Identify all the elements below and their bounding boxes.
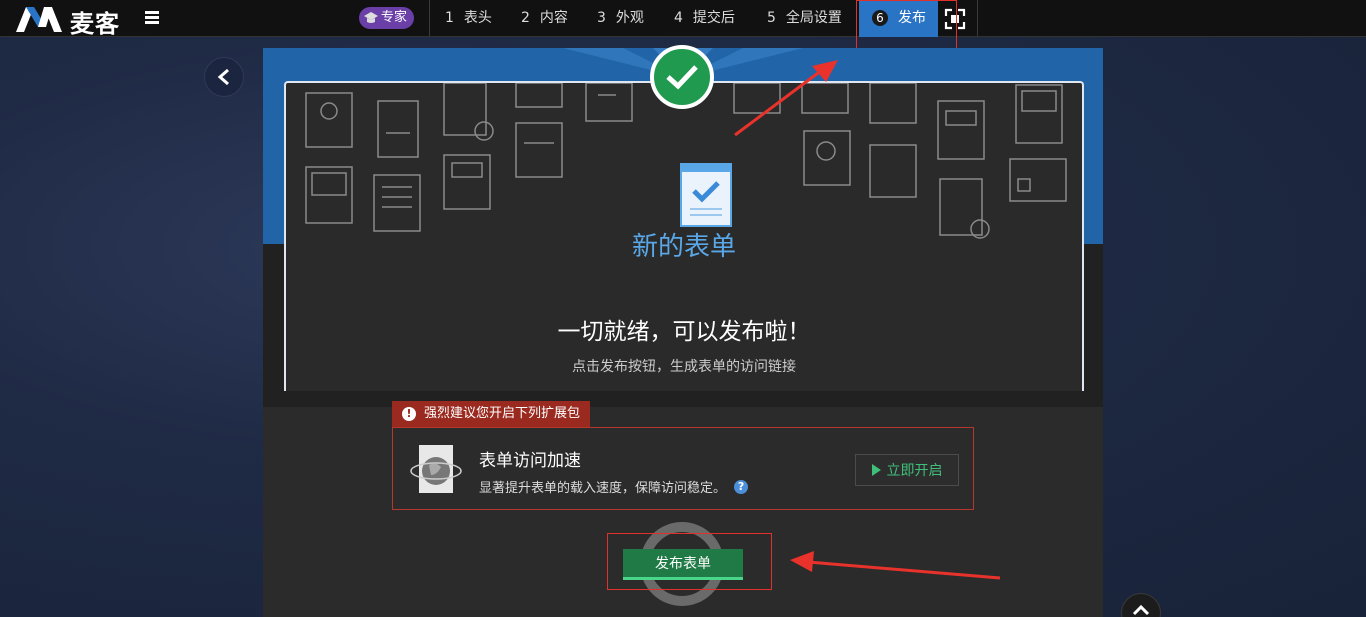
- extension-description: 显著提升表单的载入速度，保障访问稳定。 ?: [479, 477, 749, 496]
- expert-badge-label: 专家: [381, 10, 408, 25]
- back-button[interactable]: [204, 57, 244, 97]
- step-label: 表头: [463, 10, 492, 26]
- warning-icon: !: [402, 407, 416, 421]
- form-ready-card: 新的表单 一切就绪，可以发布啦！ 点击发布按钮，生成表单的访问链接: [284, 81, 1084, 391]
- scroll-to-top-button[interactable]: [1121, 593, 1161, 617]
- help-icon[interactable]: ?: [734, 479, 749, 494]
- play-icon: [871, 464, 881, 476]
- step-number: 4: [674, 10, 683, 26]
- extension-tab-label: 强烈建议您开启下列扩展包: [424, 406, 581, 421]
- graduation-cap-icon: [364, 12, 378, 23]
- step-label: 内容: [539, 10, 568, 26]
- extension-description-text: 显著提升表单的载入速度，保障访问稳定。: [479, 481, 727, 496]
- maike-logo-icon: [16, 7, 62, 32]
- tab-appearance-step[interactable]: 3 外观: [597, 0, 644, 37]
- extension-name: 表单访问加速: [479, 451, 581, 471]
- tab-global-settings-step[interactable]: 5 全局设置: [767, 0, 842, 37]
- ready-heading: 一切就绪，可以发布啦！: [557, 319, 811, 345]
- top-bar: 麦客 专家 1 表头 2 内容 3 外观 4 提交后 5 全局设置 6 发布: [0, 0, 1366, 38]
- globe-speed-icon: [410, 445, 462, 493]
- tab-after-submit-step[interactable]: 4 提交后: [674, 0, 735, 37]
- enable-now-button[interactable]: 立即开启: [855, 454, 959, 486]
- annotation-highlight-publish-tab: [856, 0, 957, 53]
- tab-header-step[interactable]: 1 表头: [445, 0, 492, 37]
- extension-card: 表单访问加速 显著提升表单的载入速度，保障访问稳定。 ? 立即开启: [392, 427, 974, 510]
- step-number: 3: [597, 10, 606, 26]
- extension-recommendation-tab: ! 强烈建议您开启下列扩展包: [392, 401, 591, 427]
- step-number: 2: [521, 10, 530, 26]
- enable-now-label: 立即开启: [886, 463, 943, 479]
- chevron-left-icon: [217, 68, 229, 86]
- step-label: 外观: [615, 10, 644, 26]
- step-number: 5: [767, 10, 776, 26]
- ready-subtitle: 点击发布按钮，生成表单的访问链接: [572, 359, 796, 375]
- brand-name: 麦客: [70, 10, 120, 38]
- nav-separator: [977, 0, 978, 37]
- form-title: 新的表单: [631, 232, 736, 262]
- form-document-icon: [680, 163, 732, 227]
- chevron-up-icon: [1132, 604, 1150, 616]
- success-check-icon: [650, 45, 714, 109]
- step-label: 全局设置: [785, 10, 842, 26]
- step-label: 提交后: [692, 10, 735, 26]
- hamburger-menu-icon[interactable]: [145, 11, 159, 25]
- step-number: 1: [445, 10, 454, 26]
- annotation-highlight-publish-button: [607, 533, 772, 590]
- expert-badge[interactable]: 专家: [359, 7, 415, 29]
- nav-separator: [429, 0, 430, 37]
- tab-content-step[interactable]: 2 内容: [521, 0, 568, 37]
